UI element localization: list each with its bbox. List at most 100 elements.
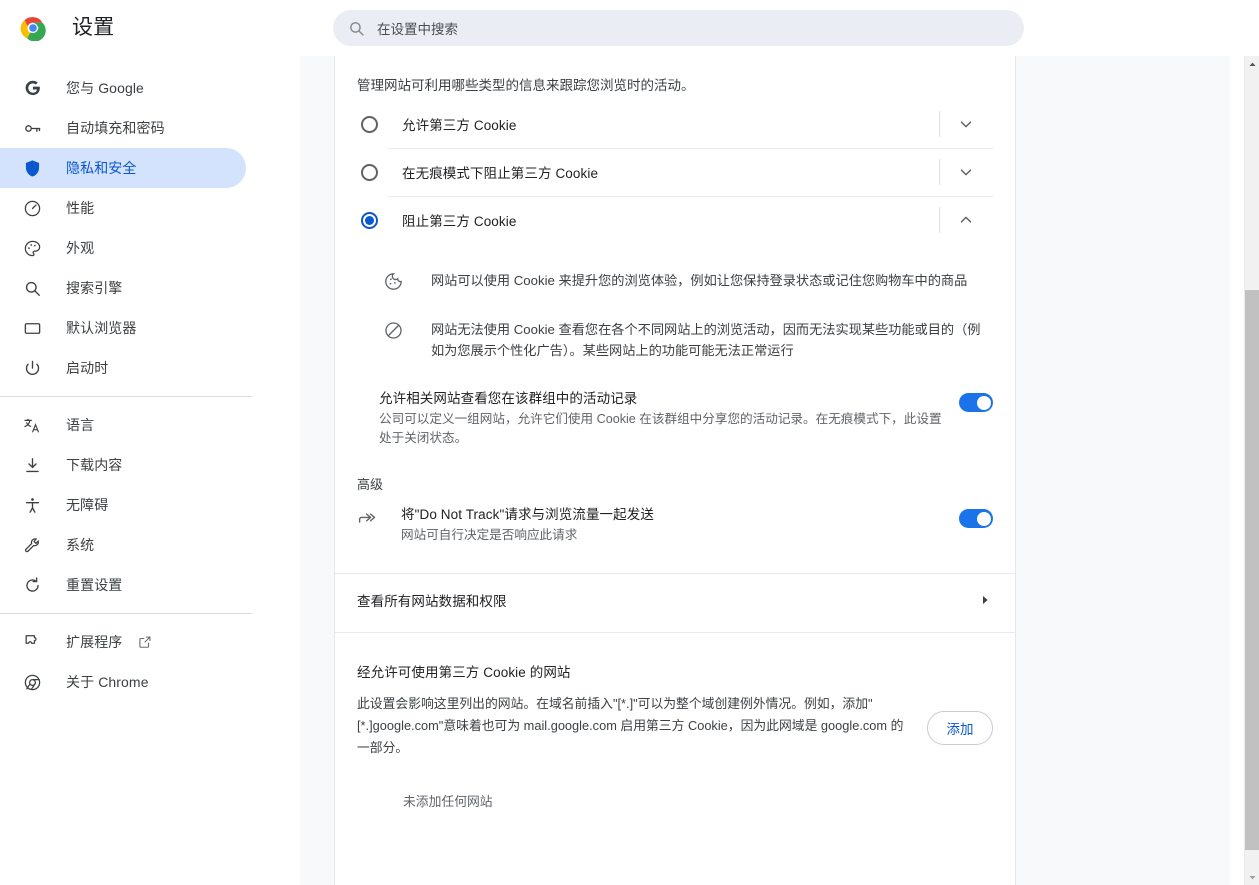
wrench-icon	[22, 535, 42, 555]
sidebar-item-label: 系统	[66, 537, 95, 553]
sidebar-item-label: 启动时	[66, 360, 109, 376]
sidebar-item-downloads[interactable]: 下载内容	[0, 445, 246, 485]
sidebar-item-label: 重置设置	[66, 577, 123, 593]
advanced-section-label: 高级	[357, 477, 384, 492]
sidebar-item-privacy-security[interactable]: 隐私和安全	[0, 148, 246, 188]
add-site-button[interactable]: 添加	[927, 711, 993, 745]
restore-icon	[22, 575, 42, 595]
sidebar-item-search-engine[interactable]: 搜索引擎	[0, 268, 246, 308]
power-icon	[22, 358, 42, 378]
chevron-down-icon	[960, 169, 972, 176]
radio-row-block-third-party[interactable]: 阻止第三方 Cookie	[357, 196, 993, 244]
sidebar: 您与 Google 自动填充和密码 隐私和安全 性能 外观 搜索引擎 默认浏览器…	[0, 56, 300, 885]
sidebar-item-label: 语言	[66, 417, 95, 433]
chrome-logo-icon	[20, 15, 46, 42]
sidebar-item-label: 无障碍	[66, 497, 109, 513]
cookie-icon	[383, 271, 405, 293]
sidebar-item-reset-settings[interactable]: 重置设置	[0, 565, 246, 605]
forward-arrows-icon	[357, 508, 379, 530]
arrow-right-icon	[977, 592, 993, 608]
scroll-up-arrow-icon[interactable]	[1245, 56, 1259, 72]
translate-icon	[22, 415, 42, 435]
sidebar-item-default-browser[interactable]: 默认浏览器	[0, 308, 246, 348]
radio-row-block-third-party-incognito[interactable]: 在无痕模式下阻止第三方 Cookie	[357, 148, 993, 196]
exceptions-title: 经允许可使用第三方 Cookie 的网站	[357, 665, 571, 680]
scroll-down-arrow-icon[interactable]	[1245, 869, 1259, 885]
palette-icon	[22, 238, 42, 258]
scrollbar-thumb[interactable]	[1245, 290, 1259, 850]
shield-icon	[22, 158, 42, 178]
page-title: 设置	[72, 16, 115, 39]
sidebar-item-label: 扩展程序	[66, 634, 123, 650]
exceptions-block: 此设置会影响这里列出的网站。在域名前插入"[*.]"可以为整个域创建例外情况。例…	[335, 681, 1015, 759]
detail-row-cookie-benefit: 网站可以使用 Cookie 来提升您的浏览体验，例如让您保持登录状态或记住您购物…	[383, 258, 993, 307]
expand-allow-third-party-button[interactable]	[939, 109, 993, 139]
page-scrollbar[interactable]	[1244, 56, 1259, 885]
all-site-data-label: 查看所有网站数据和权限	[357, 594, 507, 609]
sidebar-item-label: 下载内容	[66, 457, 123, 473]
main-content: 管理网站可利用哪些类型的信息来跟踪您浏览时的活动。 允许第三方 Cookie 在…	[300, 56, 1230, 885]
sidebar-item-label: 关于 Chrome	[66, 674, 149, 690]
exceptions-description: 此设置会影响这里列出的网站。在域名前插入"[*.]"可以为整个域创建例外情况。例…	[357, 696, 904, 755]
search-input[interactable]: 在设置中搜索	[333, 10, 1024, 46]
collapse-block-third-party-button[interactable]	[939, 205, 993, 235]
sidebar-item-accessibility[interactable]: 无障碍	[0, 485, 246, 525]
accessibility-icon	[22, 495, 42, 515]
sidebar-item-performance[interactable]: 性能	[0, 188, 246, 228]
external-link-icon	[138, 635, 152, 649]
sidebar-item-label: 默认浏览器	[66, 320, 137, 336]
sidebar-item-system[interactable]: 系统	[0, 525, 246, 565]
sidebar-item-label: 搜索引擎	[66, 280, 123, 296]
do-not-track-title: 将"Do Not Track"请求与浏览流量一起发送	[401, 507, 654, 522]
radio-allow-third-party[interactable]	[361, 115, 378, 133]
sidebar-item-label: 您与 Google	[66, 80, 144, 96]
radio-label: 阻止第三方 Cookie	[402, 214, 517, 229]
radio-label: 允许第三方 Cookie	[402, 118, 517, 133]
sidebar-item-label: 外观	[66, 240, 95, 256]
chrome-outline-icon	[22, 672, 42, 692]
settings-card: 管理网站可利用哪些类型的信息来跟踪您浏览时的活动。 允许第三方 Cookie 在…	[334, 56, 1016, 885]
related-sites-setting: 允许相关网站查看您在该群组中的活动记录 公司可以定义一组网站，允许它们使用 Co…	[335, 375, 1015, 460]
sidebar-item-languages[interactable]: 语言	[0, 405, 246, 445]
all-site-data-row[interactable]: 查看所有网站数据和权限	[335, 574, 1015, 626]
related-sites-title: 允许相关网站查看您在该群组中的活动记录	[379, 391, 638, 406]
do-not-track-subtitle: 网站可自行决定是否响应此请求	[401, 528, 578, 542]
detail-text: 网站可以使用 Cookie 来提升您的浏览体验，例如让您保持登录状态或记住您购物…	[431, 273, 968, 288]
sidebar-item-appearance[interactable]: 外观	[0, 228, 246, 268]
expand-block-incognito-button[interactable]	[939, 157, 993, 187]
sidebar-divider-2	[0, 613, 252, 614]
puzzle-icon	[22, 632, 42, 652]
chevron-up-icon	[960, 216, 972, 223]
related-sites-toggle[interactable]	[959, 393, 993, 412]
detail-text: 网站无法使用 Cookie 查看您在各个不同网站上的浏览活动，因而无法实现某些功…	[431, 322, 981, 358]
block-icon	[383, 320, 405, 342]
app-header: 设置 在设置中搜索	[0, 0, 1259, 56]
radio-block-third-party-incognito[interactable]	[361, 163, 378, 181]
related-sites-subtitle: 公司可以定义一组网站，允许它们使用 Cookie 在该群组中分享您的活动记录。在…	[379, 412, 942, 445]
do-not-track-toggle[interactable]	[959, 509, 993, 528]
window-icon	[22, 318, 42, 338]
radio-block-third-party[interactable]	[361, 211, 378, 229]
sidebar-item-label: 自动填充和密码	[66, 120, 165, 136]
expanded-details: 网站可以使用 Cookie 来提升您的浏览体验，例如让您保持登录状态或记住您购物…	[335, 244, 1015, 375]
sidebar-item-autofill-passwords[interactable]: 自动填充和密码	[0, 108, 246, 148]
chevron-down-icon	[960, 121, 972, 128]
detail-row-cookie-block: 网站无法使用 Cookie 查看您在各个不同网站上的浏览活动，因而无法实现某些功…	[383, 307, 993, 375]
radio-row-allow-third-party[interactable]: 允许第三方 Cookie	[357, 100, 993, 148]
magnifier-icon	[22, 278, 42, 298]
sidebar-item-you-and-google[interactable]: 您与 Google	[0, 68, 246, 108]
key-icon	[22, 118, 42, 138]
sidebar-item-label: 隐私和安全	[66, 160, 137, 176]
cookie-options-group: 允许第三方 Cookie 在无痕模式下阻止第三方 Cookie 阻止第三方 Co…	[335, 100, 1015, 244]
google-g-icon	[22, 78, 42, 98]
sidebar-item-label: 性能	[66, 200, 95, 216]
download-icon	[22, 455, 42, 475]
sidebar-item-about-chrome[interactable]: 关于 Chrome	[0, 662, 246, 702]
sidebar-divider-1	[0, 396, 252, 397]
exceptions-empty-text: 未添加任何网站	[403, 794, 493, 809]
sidebar-item-on-startup[interactable]: 启动时	[0, 348, 246, 388]
search-placeholder: 在设置中搜索	[377, 22, 458, 37]
sidebar-item-extensions[interactable]: 扩展程序	[0, 622, 246, 662]
do-not-track-setting: 将"Do Not Track"请求与浏览流量一起发送 网站可自行决定是否响应此请…	[335, 495, 1015, 557]
speedometer-icon	[22, 198, 42, 218]
